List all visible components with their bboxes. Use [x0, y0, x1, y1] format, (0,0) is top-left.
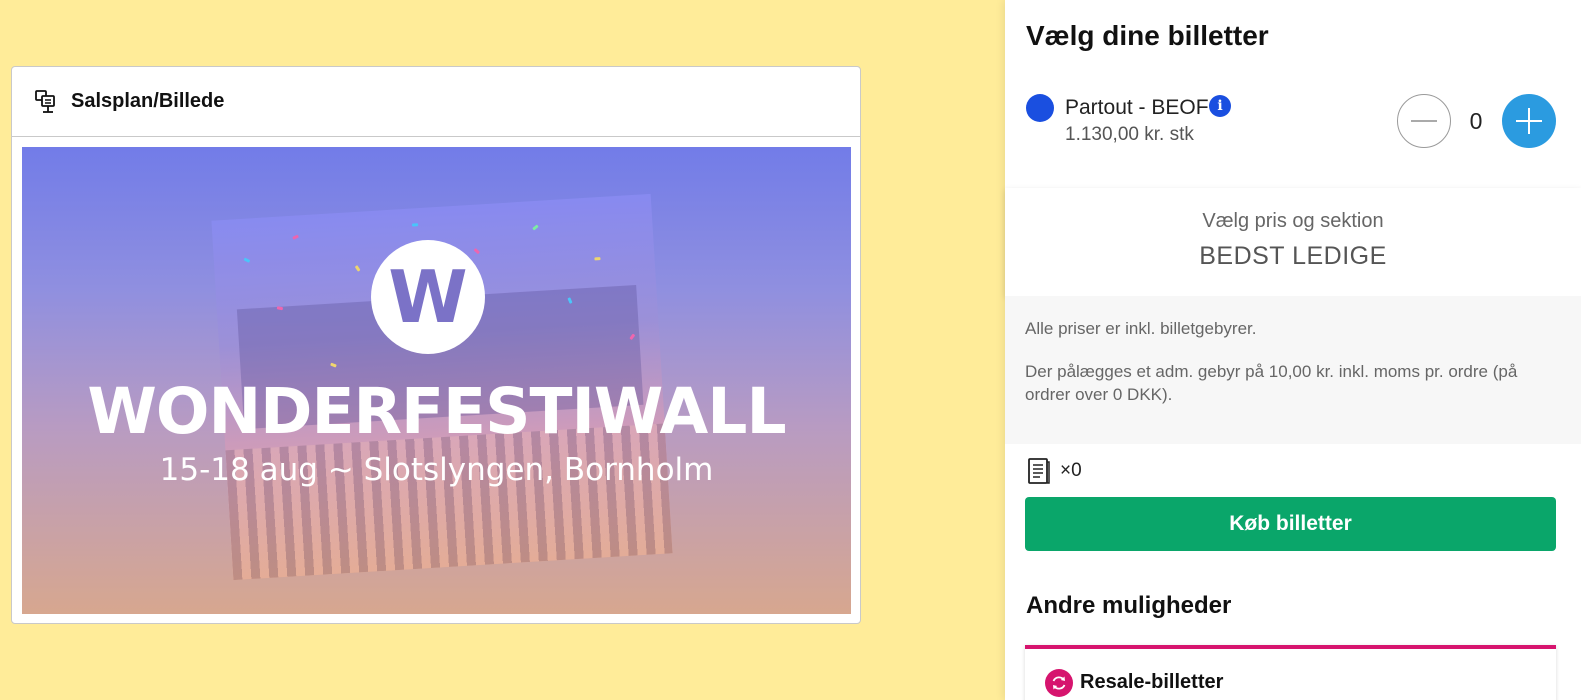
price-note: Alle priser er inkl. billetgebyrer.: [1025, 319, 1257, 338]
festival-logo-letter: W: [388, 255, 468, 339]
buy-tickets-button[interactable]: Køb billetter: [1025, 497, 1556, 551]
resale-tickets-option[interactable]: Resale-billetter: [1025, 645, 1556, 700]
ticket-quantity: 0: [1469, 108, 1483, 134]
event-banner-image: W WONDERFESTIWALL 15-18 aug ~ Slotslynge…: [22, 147, 851, 614]
seating-plan-title: Salsplan/Billede: [71, 90, 225, 112]
ticket-price: 1.130,00 kr. stk: [1065, 124, 1194, 145]
ticket-selection-panel: Vælg dine billetter Partout - BEOF i 1.1…: [1005, 0, 1581, 700]
ticket-count: ×0: [1060, 460, 1082, 481]
minus-icon: [1411, 120, 1437, 122]
ticket-color-dot: [1026, 94, 1054, 122]
fee-note: Der pålægges et adm. gebyr på 10,00 kr. …: [1025, 362, 1518, 404]
info-icon[interactable]: i: [1209, 95, 1231, 117]
other-options-heading: Andre muligheder: [1026, 592, 1232, 619]
banner-subtitle: 15-18 aug ~ Slotslyngen, Bornholm: [159, 452, 714, 488]
seating-plan-card: Salsplan/Billede W WONDERFESTIWALL 15-18…: [11, 66, 861, 624]
ticket-name: Partout - BEOF: [1065, 96, 1209, 119]
panel-title: Vælg dine billetter: [1026, 20, 1269, 51]
price-notes: Alle priser er inkl. billetgebyrer. Der …: [1005, 296, 1581, 444]
seating-plan-header: Salsplan/Billede: [12, 67, 860, 137]
decrease-quantity-button[interactable]: [1397, 94, 1451, 148]
section-selector-value: BEDST LEDIGE: [1199, 242, 1387, 270]
refresh-icon: [1045, 669, 1073, 697]
ticket-count-summary: ×0: [1026, 456, 1082, 486]
increase-quantity-button[interactable]: [1502, 94, 1556, 148]
festival-logo: W: [371, 240, 485, 354]
seating-plan-icon: [33, 88, 61, 116]
price-section-selector[interactable]: Vælg pris og sektion BEDST LEDIGE: [1005, 188, 1581, 296]
ticket-receipt-icon: [1028, 458, 1050, 484]
resale-tickets-label: Resale-billetter: [1080, 671, 1224, 693]
section-selector-label: Vælg pris og sektion: [1202, 210, 1384, 232]
banner-title: WONDERFESTIWALL: [87, 375, 786, 448]
